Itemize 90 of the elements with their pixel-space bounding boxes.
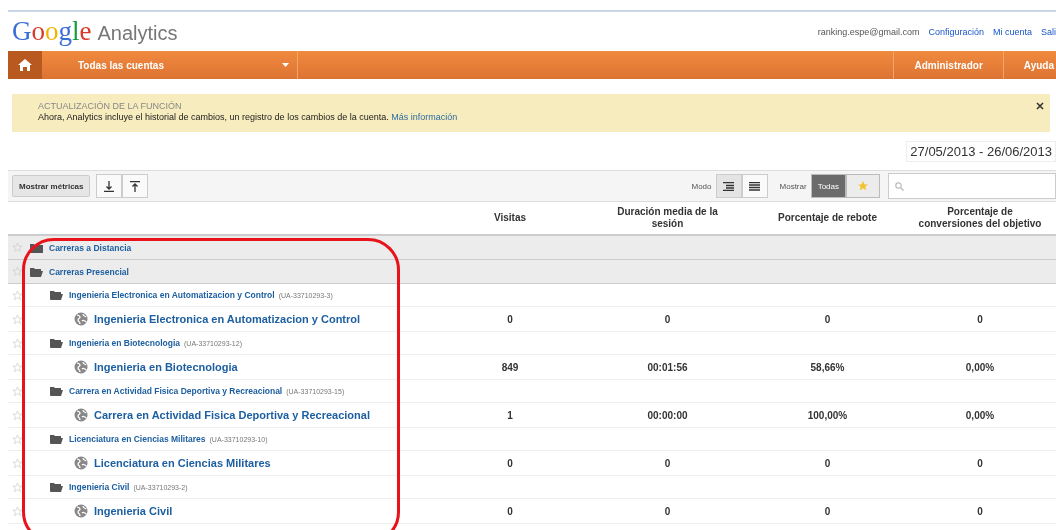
- property-link[interactable]: Carrera en Actividad Fisica Deportiva y Recreacional: [94, 409, 370, 421]
- account-link[interactable]: Carreras Presencial: [49, 266, 129, 277]
- metric-cell-text: 0: [976, 505, 984, 517]
- header-link[interactable]: Sali: [1041, 26, 1056, 37]
- star-icon: [857, 180, 869, 192]
- star-icon[interactable]: [12, 385, 23, 397]
- star-icon[interactable]: [12, 481, 23, 493]
- metric-cell-text: 849: [500, 361, 520, 373]
- logo-wordmark: Google: [12, 16, 92, 47]
- account-link[interactable]: Ingenieria Civil: [69, 482, 130, 492]
- star-icon[interactable]: [12, 433, 23, 445]
- account-link[interactable]: Carreras a Distancia: [49, 242, 132, 253]
- column-header[interactable]: Duración media de la sesión: [605, 206, 730, 230]
- more-info-link[interactable]: Más información: [391, 112, 458, 122]
- metric-cell-text: 0: [823, 505, 832, 517]
- metric-cell-text: 0: [823, 313, 832, 325]
- globe-icon: [74, 360, 88, 374]
- globe-icon: [74, 312, 88, 326]
- user-email: ranking.espe@gmail.com: [817, 26, 920, 37]
- home-button[interactable]: [8, 51, 42, 79]
- globe-icon: [74, 504, 88, 518]
- product-name: Analytics: [97, 22, 178, 45]
- metric-cell-text: 0: [663, 505, 672, 517]
- expand-button[interactable]: [96, 174, 123, 198]
- star-icon[interactable]: [12, 266, 23, 277]
- folder-icon: [50, 434, 63, 444]
- header-link[interactable]: Mi cuenta: [992, 26, 1032, 37]
- indent-icon: [723, 181, 734, 191]
- folder-icon: [50, 338, 63, 348]
- metric-cell-text: 0: [506, 505, 514, 517]
- folder-icon: [30, 242, 43, 253]
- home-icon: [18, 59, 32, 71]
- column-header[interactable]: Porcentaje de conversiones del objetivo: [917, 206, 1043, 230]
- account-link[interactable]: Ingenieria Electronica en Automatizacion y Control: [69, 290, 275, 300]
- folder-icon: [30, 266, 43, 277]
- metric-cell-text: 0,00%: [964, 361, 996, 373]
- metric-cell-text: 0: [506, 457, 514, 469]
- account-link[interactable]: Carrera en Actividad Fisica Deportiva y Recreacional: [69, 386, 283, 396]
- account-link[interactable]: Ingenieria en Biotecnologia: [69, 338, 180, 348]
- metric-cell-text: 0: [663, 313, 672, 325]
- folder-icon: [50, 290, 63, 300]
- search-field[interactable]: [888, 173, 1056, 199]
- property-link[interactable]: Ingenieria Electronica en Automatizacion y Control: [94, 313, 361, 325]
- metric-cell-text: 58,66%: [809, 361, 846, 373]
- mode-label: Modo: [691, 181, 712, 191]
- view-mode-button[interactable]: [715, 174, 742, 198]
- upload-arrow-icon: [130, 180, 141, 192]
- filter-button[interactable]: Todas: [810, 174, 846, 198]
- folder-icon: [50, 386, 63, 396]
- metric-cell-text: 0: [976, 313, 984, 325]
- metric-cell-text: 00:00:00: [646, 409, 689, 421]
- date-range-picker[interactable]: 27/05/2013 - 26/06/2013: [906, 140, 1056, 162]
- metric-cell-text: 0: [663, 457, 672, 469]
- metric-cell-text: 0,00%: [964, 409, 996, 421]
- globe-icon: [74, 456, 88, 470]
- notice-text: Ahora, Analytics incluye el historial de cambios, un registro de los cambios de la cuenta. Más información: [38, 112, 459, 122]
- metric-cell-text: 1: [506, 409, 514, 421]
- collapse-button[interactable]: [122, 174, 149, 198]
- column-header[interactable]: Porcentaje de rebote: [778, 212, 877, 224]
- star-icon[interactable]: [12, 457, 23, 469]
- folder-icon: [50, 482, 63, 492]
- header-link[interactable]: Configuración: [928, 26, 984, 37]
- view-mode-button[interactable]: [741, 174, 768, 198]
- metric-cell-text: 0: [823, 457, 832, 469]
- metric-cell-text: 0: [506, 313, 514, 325]
- metric-cell-text: 0: [976, 457, 984, 469]
- account-link[interactable]: Licenciatura en Ciencias Militares: [69, 434, 206, 444]
- star-icon[interactable]: [12, 289, 23, 301]
- property-link[interactable]: Ingenieria Civil: [94, 505, 173, 517]
- close-icon: [1036, 102, 1044, 110]
- star-icon[interactable]: [12, 505, 23, 517]
- search-icon: [895, 181, 904, 191]
- star-icon[interactable]: [12, 337, 23, 349]
- list-icon: [749, 181, 760, 191]
- column-header[interactable]: Visitas: [493, 212, 527, 224]
- starred-filter-button[interactable]: [846, 174, 880, 198]
- globe-icon: [74, 408, 88, 422]
- metric-cell-text: 100,00%: [806, 409, 849, 421]
- star-icon[interactable]: [12, 361, 23, 373]
- show-metrics-button[interactable]: Mostrar métricas: [12, 175, 91, 197]
- caret-icon: [282, 63, 289, 67]
- show-label: Mostrar: [779, 181, 807, 191]
- metric-cell-text: 00:01:56: [646, 361, 689, 373]
- star-icon[interactable]: [12, 242, 23, 253]
- star-icon[interactable]: [12, 313, 23, 325]
- download-arrow-icon: [104, 180, 115, 192]
- star-icon[interactable]: [12, 409, 23, 421]
- notice-title: ACTUALIZACIÓN DE LA FUNCIÓN: [38, 101, 182, 111]
- property-link[interactable]: Licenciatura en Ciencias Militares: [94, 457, 271, 469]
- property-link[interactable]: Ingenieria en Biotecnologia: [94, 361, 238, 373]
